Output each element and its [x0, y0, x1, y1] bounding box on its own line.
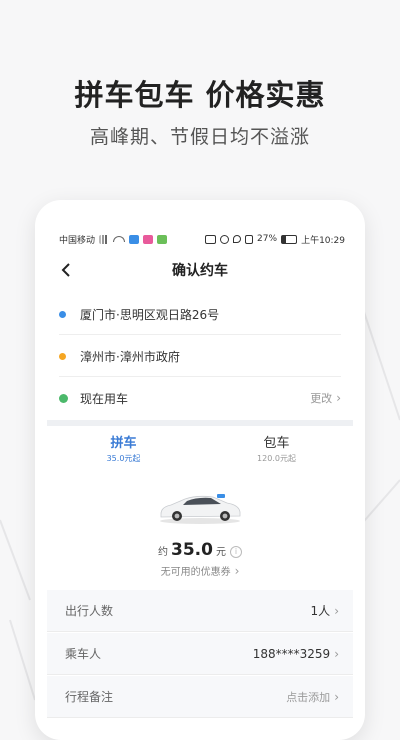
- chevron-right-icon: ›: [334, 689, 339, 704]
- location-icon: [233, 235, 242, 243]
- chevron-right-icon: ›: [336, 391, 341, 405]
- hd-icon: [205, 234, 217, 244]
- trip-note-row[interactable]: 行程备注 点击添加 ›: [47, 676, 353, 718]
- time-row[interactable]: 现在用车 更改 ›: [59, 378, 341, 418]
- back-arrow-icon[interactable]: [59, 262, 75, 278]
- fare-prefix: 约: [158, 547, 169, 558]
- chevron-right-icon: ›: [334, 603, 339, 618]
- tab-charter-price: 120.0元起: [257, 454, 296, 463]
- origin-dot-icon: [59, 310, 66, 318]
- fare-estimate: 约 35.0 元 i: [35, 540, 365, 560]
- carrier-label: 中国移动: [59, 235, 96, 246]
- tab-carpool[interactable]: 拼车 35.0元起: [47, 426, 200, 470]
- rider-row[interactable]: 乘车人 188****3259 ›: [47, 633, 353, 675]
- promo-subheadline: 高峰期、节假日均不溢涨: [89, 126, 310, 148]
- chevron-right-icon: ›: [334, 646, 339, 661]
- origin-row[interactable]: 厦门市·思明区观日路26号: [59, 294, 341, 335]
- chevron-right-icon: ›: [234, 564, 240, 578]
- app-icon: [129, 234, 140, 244]
- time-label: 现在用车: [80, 391, 129, 406]
- mute-icon: [245, 234, 254, 244]
- origin-address: 厦门市·思明区观日路26号: [80, 307, 220, 322]
- phone-frame: 中国移动 27% 上午10:29 确认约车 厦门市·思明区观日路26号 漳州市·…: [35, 200, 365, 740]
- tab-carpool-price: 35.0元起: [106, 454, 141, 463]
- passenger-count-row[interactable]: 出行人数 1人 ›: [47, 590, 353, 632]
- destination-dot-icon: [59, 352, 66, 360]
- clock-icon: [59, 393, 68, 403]
- battery-icon: [281, 234, 298, 244]
- passenger-count-label: 出行人数: [65, 604, 114, 618]
- fare-amount: 35.0: [171, 540, 213, 560]
- battery-percent: 27%: [257, 234, 278, 244]
- ride-type-tabs: 拼车 35.0元起 包车 120.0元起: [47, 426, 353, 470]
- change-time-button[interactable]: 更改 ›: [310, 390, 341, 406]
- coupon-label: 无可用的优惠券: [160, 567, 231, 578]
- clock-time: 上午10:29: [301, 235, 345, 246]
- info-icon[interactable]: i: [229, 546, 242, 558]
- promo-headline: 拼车包车 价格实惠: [74, 78, 326, 112]
- coupon-link[interactable]: 无可用的优惠券 ›: [35, 563, 365, 578]
- rider-phone: 188****3259: [252, 646, 331, 661]
- page-title: 确认约车: [172, 263, 228, 279]
- car-image: [160, 494, 241, 524]
- signal-icon: [99, 234, 110, 244]
- app-icon: [157, 234, 168, 244]
- trip-note-label: 行程备注: [65, 690, 114, 704]
- destination-row[interactable]: 漳州市·漳州市政府: [59, 336, 341, 377]
- fare-unit: 元: [215, 547, 226, 558]
- status-bar: 中国移动 27% 上午10:29: [59, 232, 345, 246]
- passenger-count-value: 1人: [310, 604, 331, 618]
- trip-note-value: 点击添加: [286, 690, 331, 704]
- tab-carpool-label: 拼车: [110, 436, 137, 451]
- tab-charter[interactable]: 包车 120.0元起: [200, 426, 353, 470]
- wifi-icon: [113, 236, 126, 242]
- page: { "promo": { "headline": "拼车包车 价格实惠", "s…: [0, 0, 400, 740]
- nav-bar: 确认约车: [35, 258, 365, 282]
- tab-charter-label: 包车: [263, 436, 290, 451]
- app-icon: [143, 234, 154, 244]
- rider-label: 乘车人: [65, 647, 102, 661]
- destination-address: 漳州市·漳州市政府: [80, 349, 180, 364]
- alarm-icon: [220, 234, 230, 244]
